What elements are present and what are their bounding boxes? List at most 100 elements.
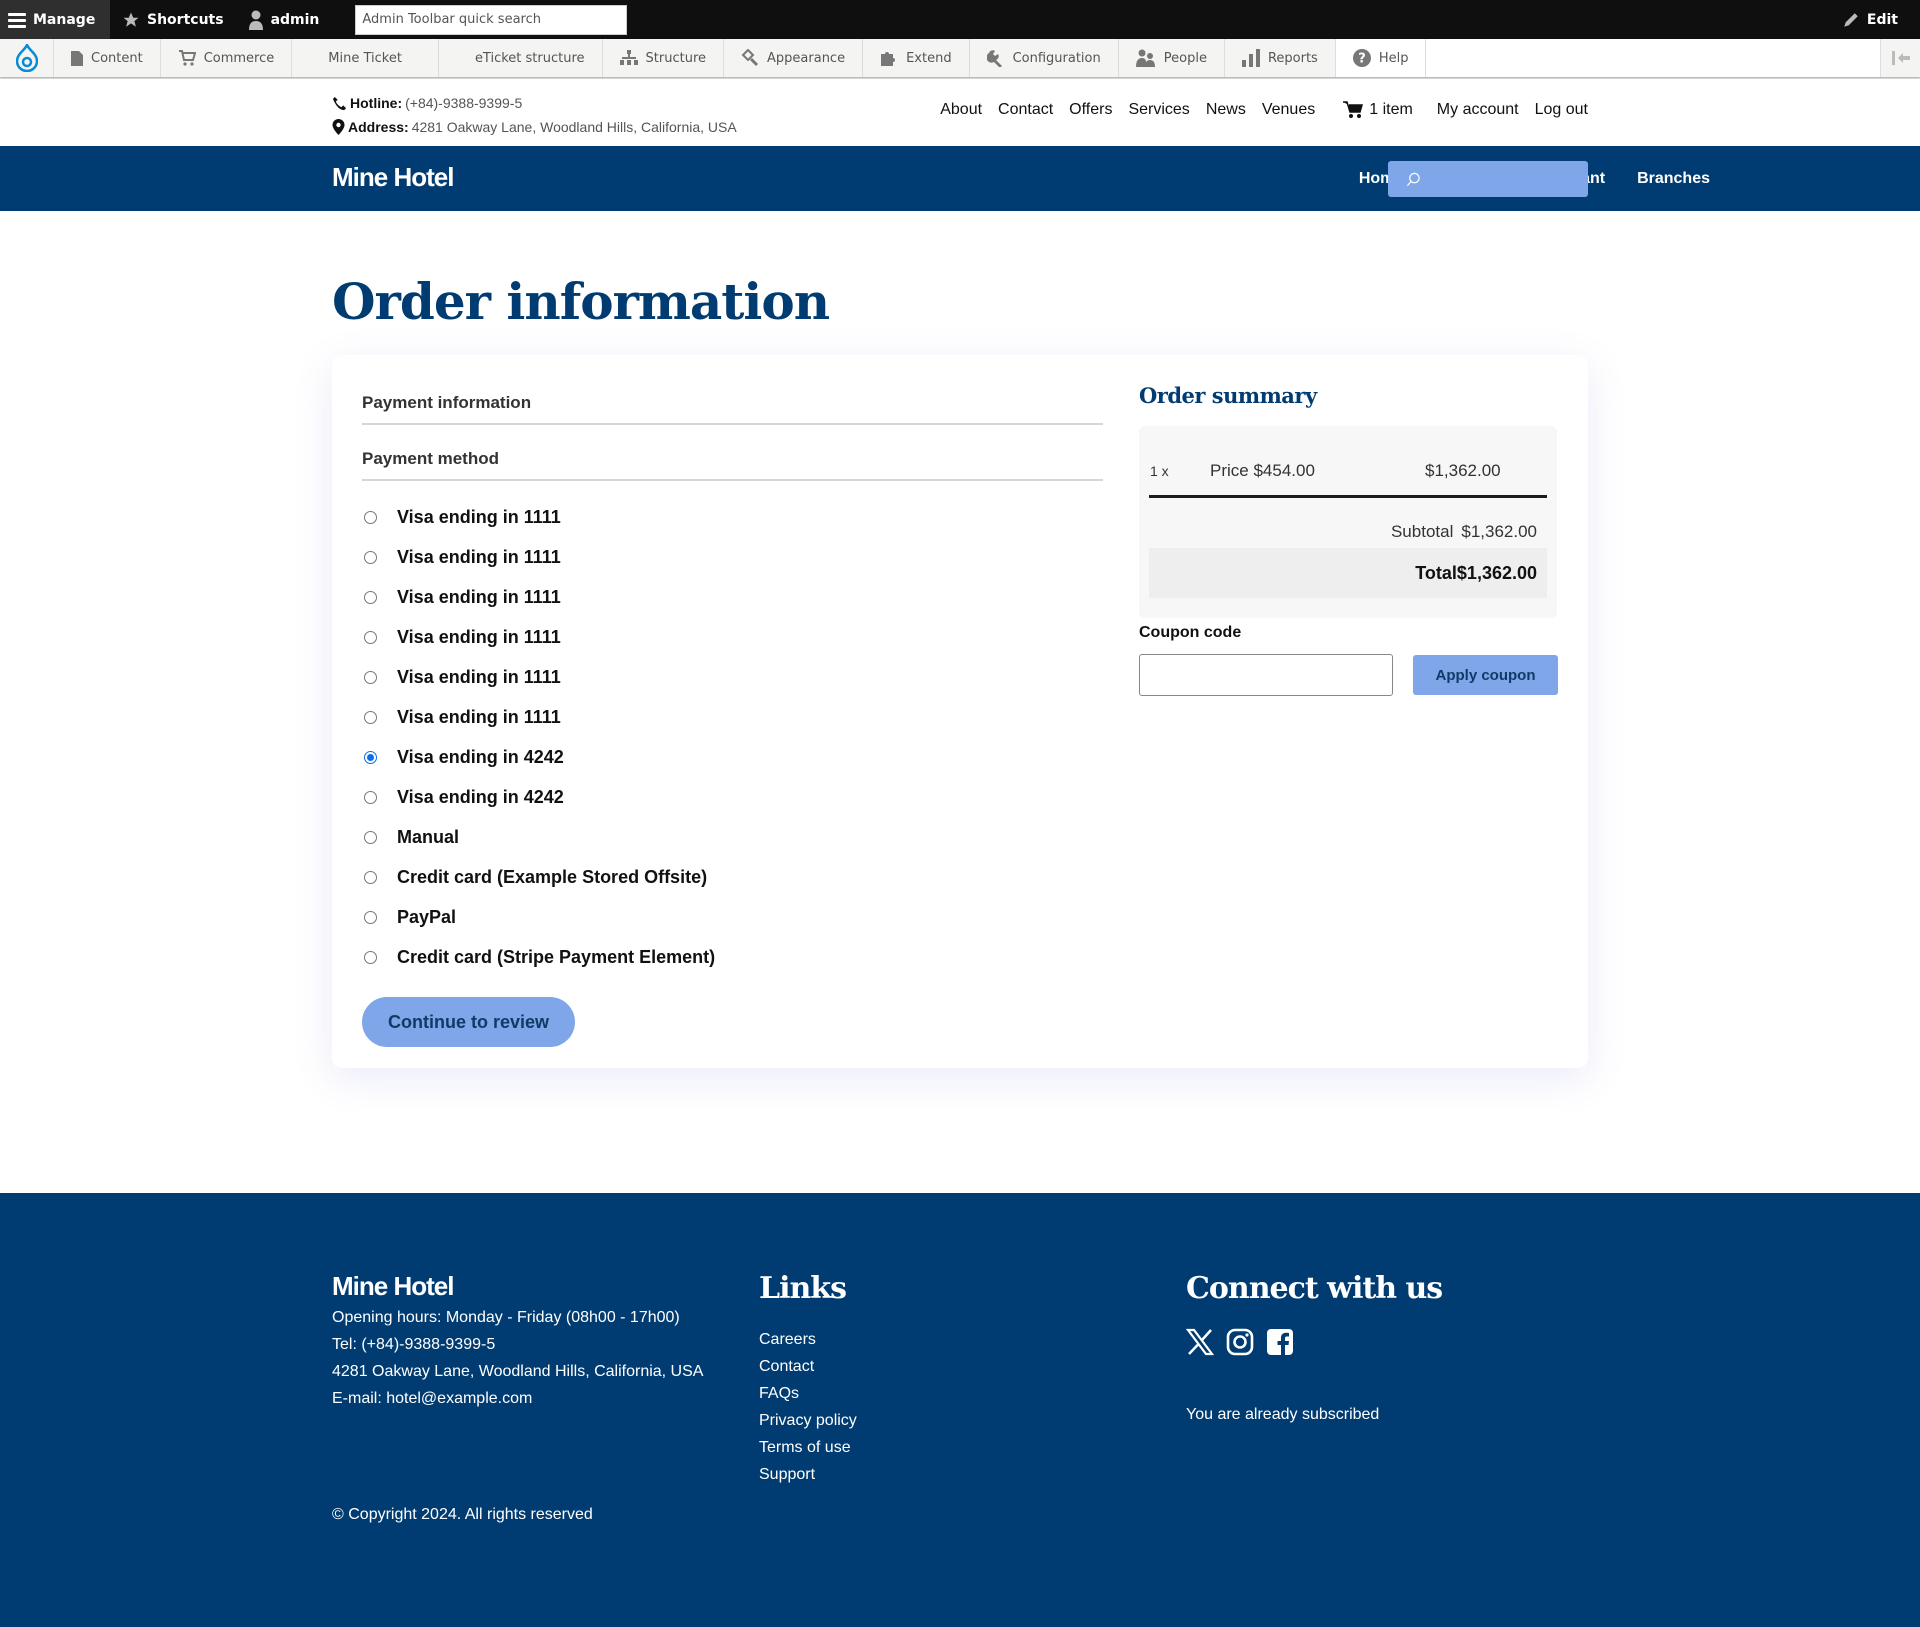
cart-link[interactable]: 1 item [1343, 101, 1413, 119]
my-account-link[interactable]: My account [1437, 101, 1519, 119]
admin-quick-search-input[interactable]: Admin Toolbar quick search [355, 4, 628, 35]
payment-method-option[interactable]: Visa ending in 4242 [362, 777, 1103, 817]
tray-item-structure[interactable]: Structure [603, 39, 725, 77]
tray-item-appearance[interactable]: Appearance [724, 39, 864, 77]
apply-coupon-button[interactable]: Apply coupon [1413, 655, 1558, 695]
edit-label: Edit [1866, 11, 1898, 28]
map-pin-icon [332, 119, 345, 135]
nav-offers[interactable]: Offers [1069, 101, 1112, 119]
footer-link-privacy[interactable]: Privacy policy [759, 1407, 857, 1434]
manage-button[interactable]: Manage [0, 0, 110, 39]
payment-method-option[interactable]: Visa ending in 1111 [362, 497, 1103, 537]
nav-branches[interactable]: Branches [1637, 170, 1710, 188]
site-logo[interactable]: Mine Hotel [332, 162, 454, 193]
payment-method-label: Visa ending in 4242 [397, 786, 564, 807]
nav-news[interactable]: News [1206, 101, 1246, 119]
user-label: admin [270, 11, 320, 28]
facebook-icon[interactable] [1266, 1328, 1294, 1356]
shortcuts-button[interactable]: Shortcuts [110, 0, 236, 39]
pencil-icon [1844, 12, 1858, 27]
payment-method-label: Visa ending in 1111 [397, 586, 561, 607]
user-button[interactable]: admin [236, 0, 332, 39]
tray-item-help[interactable]: ? Help [1336, 39, 1427, 77]
payment-method-option[interactable]: Visa ending in 1111 [362, 617, 1103, 657]
radio-button[interactable] [364, 790, 377, 804]
total-label: Total [1415, 562, 1457, 583]
tray-item-label: People [1163, 50, 1207, 66]
star-icon [123, 12, 139, 27]
payment-method-option[interactable]: Visa ending in 1111 [362, 657, 1103, 697]
instagram-icon[interactable] [1226, 1328, 1254, 1356]
coupon-code-input[interactable] [1139, 654, 1393, 696]
payment-method-option[interactable]: Visa ending in 1111 [362, 697, 1103, 737]
tray-item-commerce[interactable]: Commerce [161, 39, 293, 77]
radio-button[interactable] [364, 630, 377, 644]
footer-link-contact[interactable]: Contact [759, 1353, 857, 1380]
nav-contact[interactable]: Contact [998, 101, 1053, 119]
payment-method-option[interactable]: Visa ending in 4242 [362, 737, 1103, 777]
payment-method-option[interactable]: Visa ending in 1111 [362, 577, 1103, 617]
radio-button[interactable] [364, 590, 377, 604]
footer-links: Links Careers Contact FAQs Privacy polic… [759, 1271, 857, 1488]
radio-button[interactable] [364, 950, 377, 964]
payment-method-option[interactable]: Credit card (Example Stored Offsite) [362, 857, 1103, 897]
tray-item-content[interactable]: Content [54, 39, 161, 77]
tray-item-mine-ticket[interactable]: Mine Ticket [292, 39, 439, 77]
drupal-home-link[interactable] [0, 39, 54, 77]
footer-link-faqs[interactable]: FAQs [759, 1380, 857, 1407]
tray-item-reports[interactable]: Reports [1225, 39, 1336, 77]
radio-button[interactable] [364, 870, 377, 884]
wrench-icon [986, 50, 1002, 67]
footer-connect-heading: Connect with us [1186, 1271, 1443, 1306]
footer-link-support[interactable]: Support [759, 1461, 857, 1488]
hamburger-icon [8, 12, 26, 28]
payment-method-label: Visa ending in 1111 [397, 626, 561, 647]
radio-button[interactable] [364, 710, 377, 724]
tray-item-label: Commerce [203, 50, 275, 66]
file-icon [71, 50, 83, 66]
shortcuts-label: Shortcuts [147, 11, 224, 28]
hotline-value: (+84)-9388-9399-5 [405, 95, 523, 111]
tray-item-label: Extend [906, 50, 952, 66]
radio-button[interactable] [364, 550, 377, 564]
search-icon [1406, 172, 1420, 186]
subtotal-value: $1,362.00 [1461, 522, 1537, 541]
radio-button[interactable] [364, 830, 377, 844]
tray-item-eticket-structure[interactable]: eTicket structure [439, 39, 603, 77]
nav-services[interactable]: Services [1128, 101, 1189, 119]
tray-item-label: Mine Ticket [328, 50, 402, 66]
edit-button[interactable]: Edit [1830, 0, 1910, 39]
shopping-cart-icon [1343, 101, 1364, 118]
puzzle-icon [881, 52, 896, 66]
payment-method-option[interactable]: Visa ending in 1111 [362, 537, 1103, 577]
radio-button[interactable] [364, 510, 377, 524]
tray-item-label: Structure [645, 50, 707, 66]
payment-method-option[interactable]: Credit card (Stripe Payment Element) [362, 937, 1103, 977]
footer-link-careers[interactable]: Careers [759, 1326, 857, 1353]
radio-button[interactable] [364, 910, 377, 924]
line-quantity: 1 x [1150, 462, 1169, 479]
tray-collapse-button[interactable] [1880, 39, 1920, 77]
tray-item-label: Help [1378, 50, 1409, 66]
x-icon[interactable] [1186, 1328, 1214, 1356]
continue-to-review-button[interactable]: Continue to review [362, 997, 575, 1047]
payment-method-option[interactable]: PayPal [362, 897, 1103, 937]
tray-item-configuration[interactable]: Configuration [970, 39, 1119, 77]
tray-item-extend[interactable]: Extend [863, 39, 970, 77]
hotline-label: Hotline: [350, 95, 403, 111]
nav-venues[interactable]: Venues [1262, 101, 1315, 119]
payment-method-option[interactable]: Manual [362, 817, 1103, 857]
footer-links-heading: Links [759, 1271, 847, 1306]
logout-link[interactable]: Log out [1535, 101, 1588, 119]
total-value: $1,362.00 [1456, 562, 1537, 583]
nav-about[interactable]: About [940, 101, 982, 119]
admin-tray: Content Commerce Mine Ticket eTicket str… [0, 39, 1920, 78]
footer-link-terms[interactable]: Terms of use [759, 1434, 857, 1461]
radio-button[interactable] [364, 670, 377, 684]
payment-method-list: Visa ending in 1111 Visa ending in 1111 Vi… [362, 497, 1103, 977]
user-icon [248, 10, 263, 30]
site-search-input[interactable] [1388, 161, 1588, 197]
tray-item-people[interactable]: People [1119, 39, 1225, 77]
radio-button-checked[interactable] [364, 750, 377, 764]
admin-toolbar: Manage Shortcuts admin Admin Toolbar qui… [0, 0, 1920, 39]
